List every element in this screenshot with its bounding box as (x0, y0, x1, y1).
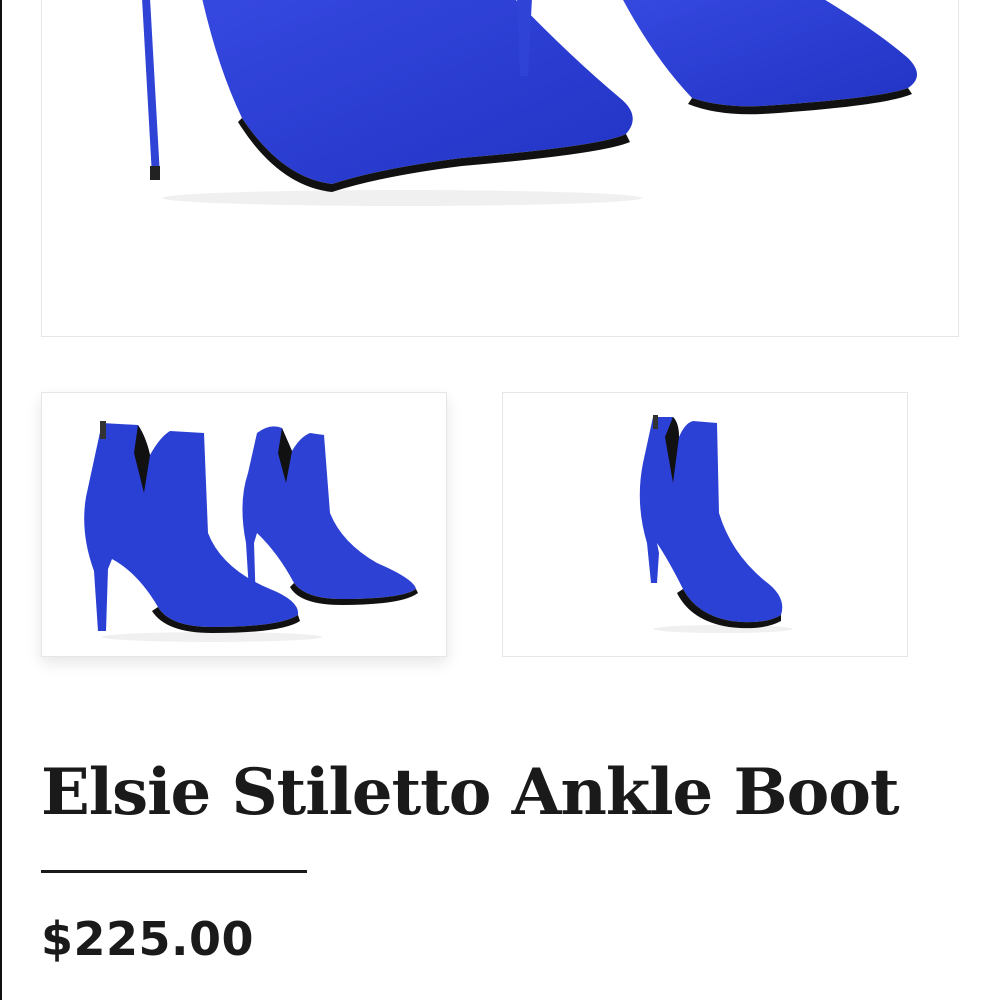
page-left-edge (0, 0, 2, 1000)
thumbnail-1[interactable] (41, 392, 447, 657)
product-price: $225.00 (41, 912, 255, 966)
title-divider (41, 870, 307, 873)
main-boots-illustration (142, 0, 917, 206)
main-product-image[interactable] (41, 0, 959, 337)
thumbnail-2[interactable] (502, 392, 908, 657)
single-boot-illustration (639, 415, 793, 633)
product-title: Elsie Stiletto Ankle Boot (41, 755, 900, 830)
pair-boots-illustration (84, 421, 418, 642)
